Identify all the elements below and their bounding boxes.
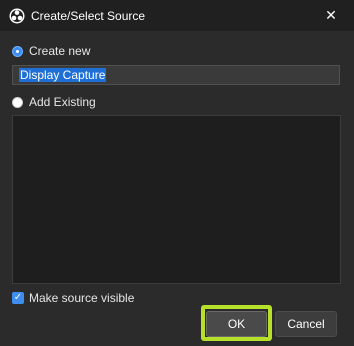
add-existing-label: Add Existing xyxy=(29,95,96,109)
ok-button[interactable]: OK xyxy=(206,311,267,337)
source-name-value: Display Capture xyxy=(19,68,107,82)
make-visible-label: Make source visible xyxy=(29,291,135,305)
add-existing-radio[interactable] xyxy=(12,96,23,108)
checkmark-icon: ✓ xyxy=(13,292,23,303)
close-button[interactable]: ✕ xyxy=(308,0,354,31)
existing-sources-list[interactable] xyxy=(12,115,341,284)
add-existing-option[interactable]: Add Existing xyxy=(12,95,96,109)
source-name-input[interactable]: Display Capture xyxy=(12,65,340,85)
make-visible-checkbox[interactable]: ✓ xyxy=(12,292,24,304)
create-new-radio[interactable] xyxy=(12,45,23,57)
obs-logo-icon xyxy=(9,8,25,24)
dialog-title: Create/Select Source xyxy=(31,9,146,23)
create-new-option[interactable]: Create new xyxy=(12,44,90,58)
close-icon: ✕ xyxy=(325,7,337,23)
title-bar: Create/Select Source ✕ xyxy=(0,0,354,31)
cancel-button[interactable]: Cancel xyxy=(275,311,337,337)
create-new-label: Create new xyxy=(29,44,91,58)
make-visible-option[interactable]: ✓ Make source visible xyxy=(12,291,134,305)
